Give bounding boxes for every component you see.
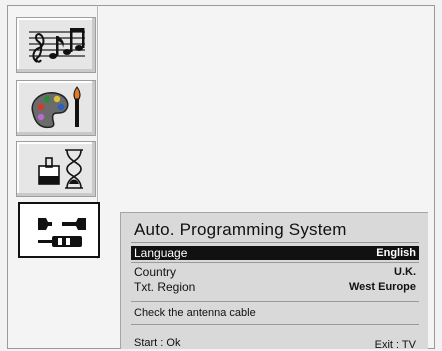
country-value: U.K.	[394, 266, 416, 278]
panel-title: Auto. Programming System	[134, 220, 347, 239]
wrench-screwdriver-icon	[38, 218, 86, 247]
music-notes-icon	[29, 28, 85, 63]
country-label: Country	[134, 265, 177, 279]
lock-hourglass-icon	[38, 149, 83, 189]
status-message: Check the antenna cable	[134, 307, 256, 319]
tab-timer-lock[interactable]	[16, 141, 96, 197]
start-hint: Start : Ok	[134, 337, 181, 349]
language-row[interactable]: Language English	[131, 246, 419, 260]
language-label: Language	[134, 246, 188, 260]
tab-sound[interactable]	[16, 17, 96, 73]
tab-setup[interactable]	[18, 202, 100, 258]
divider	[131, 301, 419, 302]
exit-hint: Exit : TV	[374, 339, 416, 351]
txt-region-label: Txt. Region	[134, 280, 196, 294]
language-value: English	[376, 247, 416, 259]
divider	[131, 262, 419, 263]
txt-region-row[interactable]: Txt. Region West Europe	[131, 280, 419, 294]
tab-picture[interactable]	[16, 80, 96, 136]
paint-palette-icon	[31, 86, 81, 129]
auto-programming-panel: Auto. Programming System Language Englis…	[120, 212, 428, 351]
txt-region-value: West Europe	[348, 281, 416, 293]
divider	[131, 324, 419, 325]
divider	[131, 242, 419, 243]
country-row[interactable]: Country U.K.	[131, 265, 419, 279]
